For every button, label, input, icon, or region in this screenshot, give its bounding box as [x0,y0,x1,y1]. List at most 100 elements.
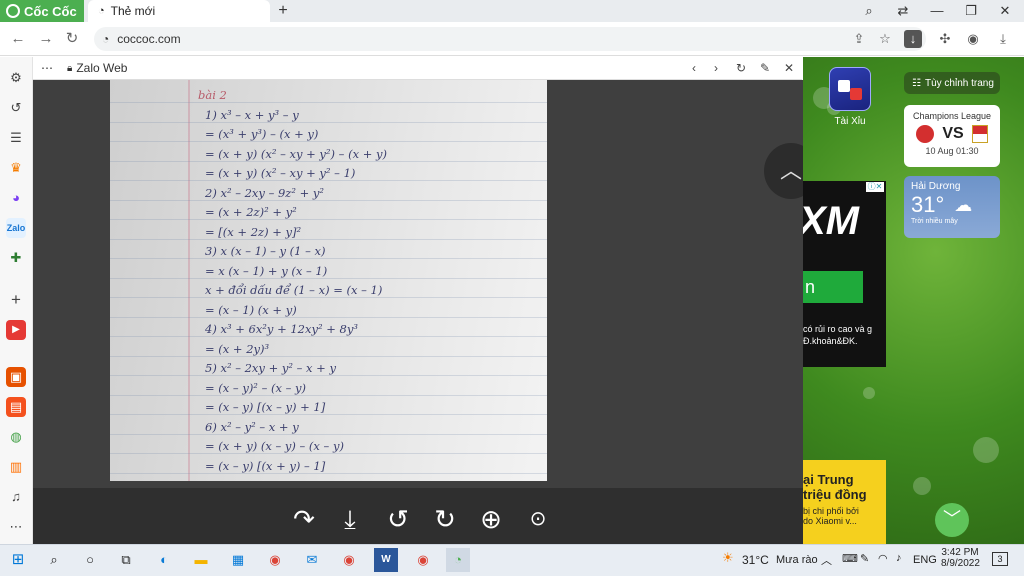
settings-icon[interactable]: ⚙ [6,68,26,88]
tray-weather-desc[interactable]: Mưa rào [776,554,818,566]
new-tab-button[interactable]: + [274,2,292,20]
panel-forward-icon[interactable]: › [708,60,724,76]
coccoc-taskbar-icon[interactable]: ◔ [446,548,470,572]
viewer-toolbar [33,488,803,544]
windows-start-icon[interactable]: ⊞ [6,548,30,572]
league-title: Champions League [912,111,992,121]
store-icon[interactable]: ▦ [226,548,250,572]
panel-close-icon[interactable]: ✕ [781,60,797,76]
clock[interactable]: 3:42 PM 8/9/2022 [941,547,980,569]
taixiu-game-icon[interactable] [829,67,871,111]
edge-icon[interactable]: ◐ [152,548,176,572]
history-icon[interactable]: ↺ [6,98,26,118]
scroll-down-icon[interactable]: ﹀ [935,503,969,537]
notebook-line: = [(x + 2z) + y]² [205,224,302,239]
share-forward-icon[interactable]: ↷ [287,502,321,536]
map-pin-icon[interactable]: ◍ [6,427,26,447]
rotate-left-icon[interactable]: ↺ [381,502,415,536]
match-date: 10 Aug 01:30 [925,146,979,156]
notebook-line: 2) x² – 2xy – 9z² + y² [205,185,325,200]
notification-center-icon[interactable]: 3 [992,552,1008,566]
volume-icon[interactable]: ♪ [896,552,902,564]
star-icon[interactable]: ☆ [876,30,894,48]
notebook-line: 5) x² – 2xy + y² – x + y [205,361,336,375]
customize-page-button[interactable]: ☷ Tùy chỉnh trang [904,72,1000,94]
psv-logo-icon [916,125,935,143]
word-icon[interactable]: W [374,548,398,572]
panel-menu-icon[interactable]: ⋯ [41,61,53,75]
weather-tray-icon[interactable]: ☀ [722,550,734,566]
download-icon[interactable]: ⤓ [333,502,367,536]
taixiu-label[interactable]: Tài Xỉu [825,116,875,127]
rotate-right-icon[interactable]: ↻ [428,502,462,536]
zalo-icon[interactable]: Zalo [6,218,26,238]
mi-store-icon[interactable]: ▥ [6,457,26,477]
language-indicator[interactable]: ENG [913,554,937,566]
file-explorer-icon[interactable]: ▬ [189,548,213,572]
downloads-icon[interactable]: ⤓ [994,30,1012,48]
clock-date: 8/9/2022 [941,558,980,569]
coccoc-tab-icon: ◔ [98,5,105,17]
champions-league-widget[interactable]: Champions League VS 10 Aug 01:30 [904,105,1000,167]
coccoc-icon [6,4,20,18]
tab-new[interactable]: ◔ Thẻ mới [88,0,270,22]
keyboard-icon[interactable]: ⌨ [842,552,858,565]
shop-icon[interactable]: ▣ [6,367,26,387]
coccoc-logo[interactable]: Cốc Cốc [0,0,84,22]
cortana-icon[interactable]: ○ [78,548,102,572]
ime-icon[interactable]: ✎ [860,552,869,565]
tab-title: Thẻ mới [110,4,156,18]
chrome-p-icon[interactable]: ◉ [411,548,435,572]
notebook-line: 3) x (x – 1) – y (1 – x) [205,244,326,258]
mail-icon[interactable]: ✉ [300,548,324,572]
ad-green-button[interactable]: n [803,271,863,303]
profile-icon[interactable]: ◉ [964,30,982,48]
ad2-line4: do Xiaomi v... [803,516,857,526]
download-page-icon[interactable]: ↓ [904,30,922,48]
pin-icon[interactable]: ✎ [757,60,773,76]
notebook-line: 1) x³ – x + y³ – y [205,107,299,122]
tray-weather-temp[interactable]: 31°C [742,553,769,567]
close-window-icon[interactable]: ✕ [988,0,1022,22]
zoom-in-icon[interactable]: ⊕ [474,502,508,536]
more-icon[interactable]: ⋯ [6,517,26,537]
ad-close-icon[interactable]: ⓘ✕ [866,182,884,192]
reload-icon[interactable]: ↻ [62,29,82,49]
bell-icon[interactable]: ♫ [6,487,26,507]
chrome-icon[interactable]: ◉ [263,548,287,572]
crown-icon[interactable]: ♛ [6,158,26,178]
messenger-icon[interactable]: ◕ [6,188,26,208]
share-icon[interactable]: ⇪ [850,30,868,48]
wifi-icon[interactable]: ◠ [878,552,888,565]
minimize-icon[interactable]: — [920,0,954,22]
panel-back-icon[interactable]: ‹ [686,60,702,76]
xiaomi-advertisement[interactable]: ại Trung triệu đồng bị chi phối bởi do X… [803,460,886,544]
chrome-profile-icon[interactable]: ◉ [337,548,361,572]
back-forward-icon[interactable]: ⇄ [886,0,920,22]
notebook-line: = (x + y) (x² – xy + y² – 1) [205,166,356,180]
panel-reload-icon[interactable]: ↻ [733,60,749,76]
forward-arrow-icon[interactable]: → [36,29,56,49]
youtube-icon[interactable]: ▶ [6,320,26,340]
notebook-line: = (x – y)² – (x – y) [205,380,306,395]
notebook-line: x + đổi dấu để (1 – x) = (x – 1) [205,283,383,297]
tray-expand-icon[interactable]: ︿ [821,552,832,568]
weather-widget[interactable]: Hải Dương 31° ☁ Trời nhiều mây [904,176,1000,238]
task-view-icon[interactable]: ⧉ [114,548,138,572]
add-shortcut-icon[interactable]: + [6,290,26,310]
deal-icon[interactable]: ▤ [6,397,26,417]
gamepad-icon[interactable]: ✚ [6,248,26,268]
zalo-title: Zalo Web [76,61,128,75]
notebook-line: = (x – 1) (x + y) [205,302,297,317]
extensions-icon[interactable]: ✣ [936,30,954,48]
restore-icon[interactable]: ❐ [954,0,988,22]
search-icon[interactable]: ⌕ [42,548,66,572]
back-arrow-icon[interactable]: ← [8,29,28,49]
sidebar: ⚙ ↺ ☰ ♛ ◕ Zalo ✚ + ▶ ▣ ▤ ◍ ▥ ♫ ⋯ [0,57,33,544]
search-tabs-icon[interactable]: ⌕ [852,0,886,22]
notebook-line: = (x + 2y)³ [205,341,270,356]
url-bar[interactable]: ◔ coccoc.com [94,27,926,51]
notes-icon[interactable]: ☰ [6,128,26,148]
actual-size-icon[interactable]: ⊙ [521,502,555,536]
xm-advertisement[interactable]: ⓘ✕ XM n có rủi ro cao và g Đ.khoản&ĐK. [803,181,886,367]
